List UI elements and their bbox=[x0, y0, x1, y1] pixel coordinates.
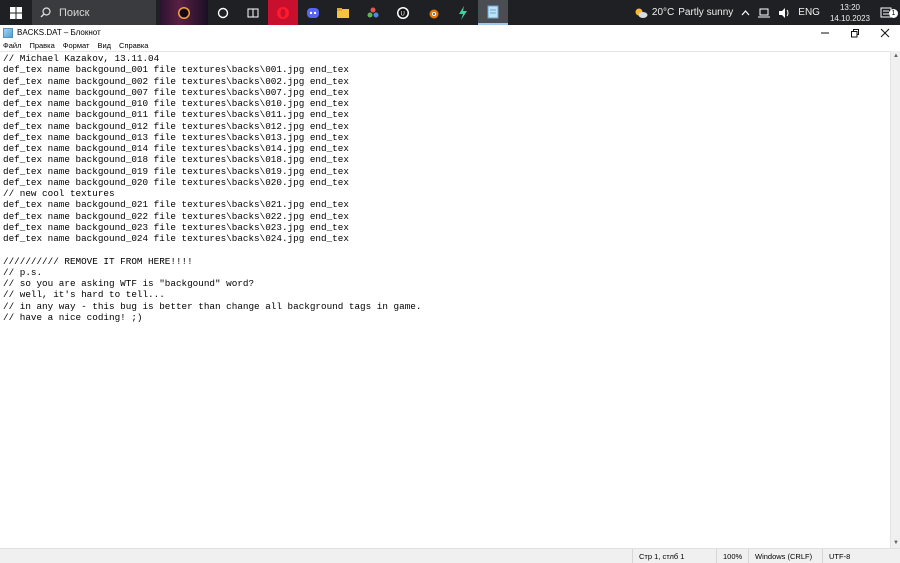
editor-line: def_tex name backgound_020 file textures… bbox=[3, 176, 349, 188]
taskbar-search[interactable]: Поиск bbox=[32, 0, 156, 25]
menu-edit[interactable]: Правка bbox=[29, 41, 54, 50]
editor-line: def_tex name backgound_014 file textures… bbox=[3, 143, 349, 154]
search-label: Поиск bbox=[59, 6, 90, 19]
editor-line: // p.s. bbox=[3, 266, 43, 278]
editor-line: // in any way - this bug is better than … bbox=[3, 300, 422, 312]
encoding: UTF-8 bbox=[822, 549, 890, 563]
weather-condition: Partly sunny bbox=[678, 7, 734, 18]
editor-line: def_tex name backgound_023 file textures… bbox=[3, 221, 349, 233]
notepad-icon[interactable] bbox=[478, 0, 508, 25]
editor-line: // so you are asking WTF is "backgound" … bbox=[3, 278, 255, 289]
davinci-icon[interactable] bbox=[358, 0, 388, 25]
editor-line: def_tex name backgound_012 file textures… bbox=[3, 120, 349, 132]
laptop-icon[interactable] bbox=[754, 8, 774, 18]
zoom-level: 100% bbox=[716, 549, 748, 563]
editor-content[interactable]: // Michael Kazakov, 13.11.04 def_tex name… bbox=[0, 52, 890, 323]
system-tray: 20°C Partly sunny ENG 13:20 14.10.2023 1 bbox=[630, 0, 900, 25]
editor-line: def_tex name backgound_018 file textures… bbox=[3, 154, 349, 166]
weather-widget[interactable]: 20°C Partly sunny bbox=[630, 7, 737, 19]
clock-date: 14.10.2023 bbox=[829, 13, 870, 23]
editor-line: def_tex name backgound_002 file textures… bbox=[3, 75, 349, 87]
editor-line: def_tex name backgound_024 file textures… bbox=[3, 233, 349, 244]
scroll-up-icon[interactable]: ▲ bbox=[891, 51, 900, 61]
minimize-icon bbox=[821, 32, 829, 33]
menu-help[interactable]: Справка bbox=[119, 41, 148, 50]
editor-line: def_tex name backgound_010 file textures… bbox=[3, 98, 349, 109]
text-editor[interactable]: // Michael Kazakov, 13.11.04 def_tex name… bbox=[0, 51, 890, 548]
windows-icon bbox=[10, 6, 22, 19]
svg-text:U: U bbox=[401, 11, 405, 17]
chevron-up-icon[interactable] bbox=[737, 9, 754, 16]
editor-line: def_tex name backgound_021 file textures… bbox=[3, 199, 349, 211]
editor-line: def_tex name backgound_007 file textures… bbox=[3, 86, 349, 98]
clock[interactable]: 13:20 14.10.2023 bbox=[824, 2, 876, 24]
window-titlebar: BACKS.DAT – Блокнот bbox=[0, 25, 900, 40]
editor-line: // new cool textures bbox=[3, 188, 115, 199]
partly-sunny-icon bbox=[635, 8, 648, 18]
status-bar: Стр 1, стлб 1 100% Windows (CRLF) UTF-8 bbox=[0, 548, 900, 563]
vertical-scrollbar[interactable]: ▲ ▼ bbox=[890, 51, 900, 548]
editor-line: def_tex name backgound_019 file textures… bbox=[3, 165, 349, 177]
discord-icon[interactable] bbox=[298, 0, 328, 25]
app-bolt-icon[interactable] bbox=[448, 0, 478, 25]
editor-line: def_tex name backgound_011 file textures… bbox=[3, 109, 349, 121]
start-button[interactable] bbox=[0, 0, 32, 25]
restore-icon bbox=[851, 28, 859, 37]
file-explorer-icon[interactable] bbox=[328, 0, 358, 25]
close-button[interactable] bbox=[870, 25, 900, 40]
editor-line: ////////// REMOVE IT FROM HERE!!!! bbox=[3, 255, 193, 267]
editor-line: // well, it's hard to tell... bbox=[3, 289, 165, 301]
notepad-app-icon bbox=[3, 27, 13, 38]
line-ending: Windows (CRLF) bbox=[748, 549, 822, 563]
taskbar: Поиск U 20°C Partly sunny ENG 13:20 14.1… bbox=[0, 0, 900, 25]
cursor-position: Стр 1, стлб 1 bbox=[632, 549, 716, 563]
notification-button[interactable]: 1 bbox=[876, 7, 900, 19]
close-icon bbox=[880, 28, 890, 37]
widgets-icon[interactable] bbox=[238, 0, 268, 25]
menu-file[interactable]: Файл bbox=[3, 41, 21, 50]
volume-icon[interactable] bbox=[774, 7, 794, 18]
minimize-button[interactable] bbox=[810, 25, 840, 40]
blender-icon[interactable] bbox=[418, 0, 448, 25]
editor-line: def_tex name backgound_013 file textures… bbox=[3, 131, 349, 143]
task-view-icon[interactable] bbox=[208, 0, 238, 25]
menu-format[interactable]: Формат bbox=[63, 41, 90, 50]
scroll-down-icon[interactable]: ▼ bbox=[891, 538, 900, 548]
editor-line: // Michael Kazakov, 13.11.04 bbox=[3, 53, 160, 64]
search-icon bbox=[40, 7, 51, 18]
clock-time: 13:20 bbox=[839, 2, 860, 12]
menu-bar: Файл Правка Формат Вид Справка bbox=[0, 40, 900, 51]
opera-icon[interactable] bbox=[268, 0, 298, 25]
search-highlight-icon[interactable] bbox=[160, 0, 208, 25]
editor-line: def_tex name backgound_001 file textures… bbox=[3, 64, 349, 76]
notification-badge: 1 bbox=[889, 8, 898, 18]
editor-line: def_tex name backgound_022 file textures… bbox=[3, 210, 349, 222]
editor-line: // have a nice coding! ;) bbox=[3, 311, 143, 323]
weather-temp: 20°C bbox=[651, 7, 675, 18]
restore-button[interactable] bbox=[840, 25, 870, 40]
menu-view[interactable]: Вид bbox=[97, 41, 111, 50]
window-title: BACKS.DAT – Блокнот bbox=[17, 28, 101, 37]
unreal-engine-icon[interactable]: U bbox=[388, 0, 418, 25]
language-indicator[interactable]: ENG bbox=[794, 7, 824, 18]
